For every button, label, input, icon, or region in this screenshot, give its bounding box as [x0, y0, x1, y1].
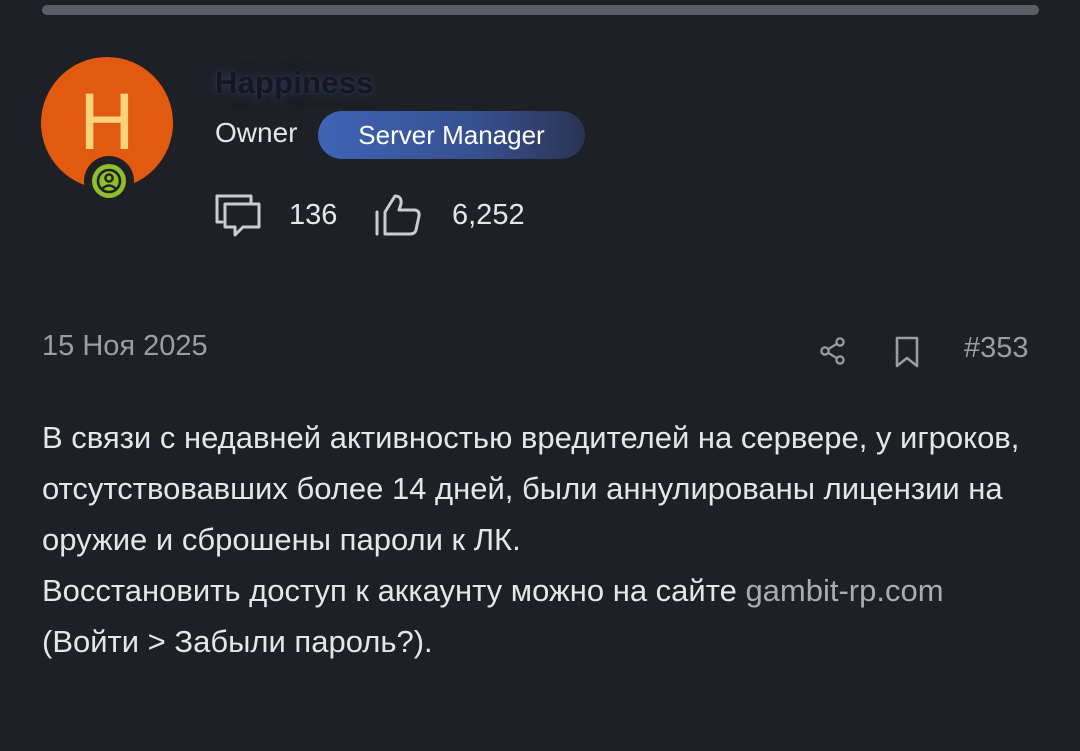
post-paragraph: В связи с недавней активностью вредителе… [42, 420, 1020, 557]
forum-post: H Happiness Owner Server Manager 136 6,2… [0, 0, 1080, 751]
thumbs-up-icon [375, 194, 421, 236]
likes-stat: 6,252 [374, 192, 525, 238]
chat-icon [215, 194, 261, 237]
role-tag: Server Manager [318, 111, 585, 159]
likes-count: 6,252 [452, 198, 525, 231]
messages-stat: 136 [213, 192, 337, 238]
post-date[interactable]: 15 Ноя 2025 [42, 330, 208, 363]
post-paragraph: Восстановить доступ к аккаунту можно на … [42, 565, 1042, 667]
post-number-link[interactable]: #353 [964, 332, 1029, 365]
top-divider [42, 5, 1039, 15]
online-user-icon [92, 164, 126, 198]
bookmark-icon[interactable] [893, 335, 921, 369]
post-text: (Войти > Забыли пароль?). [42, 624, 433, 659]
author-name[interactable]: Happiness [215, 65, 374, 101]
messages-count: 136 [289, 198, 338, 231]
online-status-badge [84, 156, 134, 206]
post-body: В связи с недавней активностью вредителе… [42, 412, 1042, 667]
author-role: Owner [215, 117, 298, 148]
site-link[interactable]: gambit-rp.com [745, 573, 943, 608]
post-text: Восстановить доступ к аккаунту можно на … [42, 573, 746, 608]
share-icon[interactable] [818, 336, 848, 366]
avatar-letter: H [78, 78, 136, 167]
